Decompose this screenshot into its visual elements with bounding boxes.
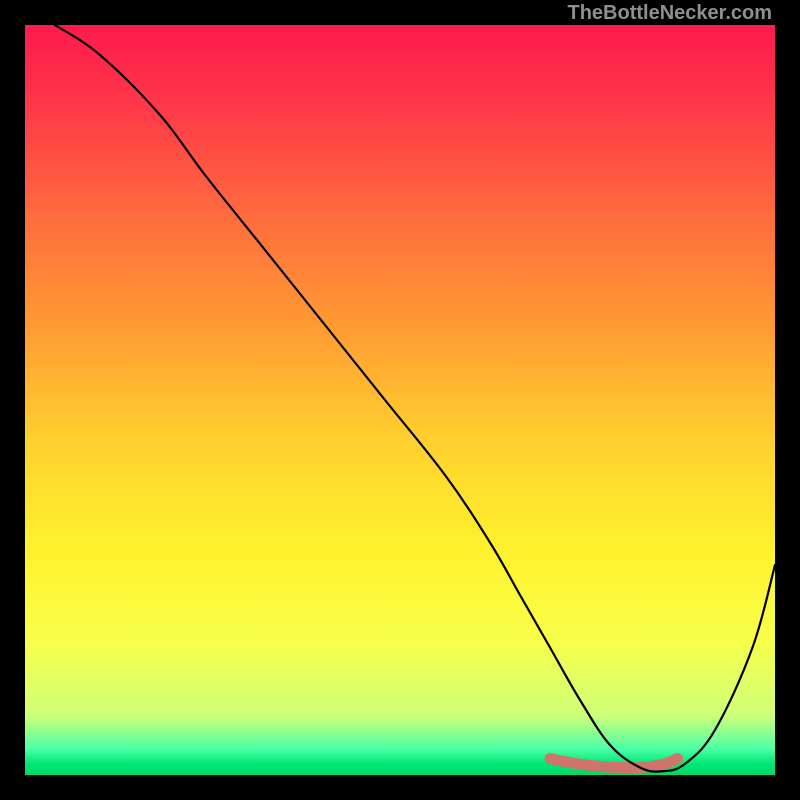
gradient-background: [25, 25, 775, 775]
chart-svg: [25, 25, 775, 775]
attribution-watermark: TheBottleNecker.com: [567, 2, 772, 25]
chart-frame: [25, 25, 775, 775]
plot-area: [25, 25, 775, 775]
